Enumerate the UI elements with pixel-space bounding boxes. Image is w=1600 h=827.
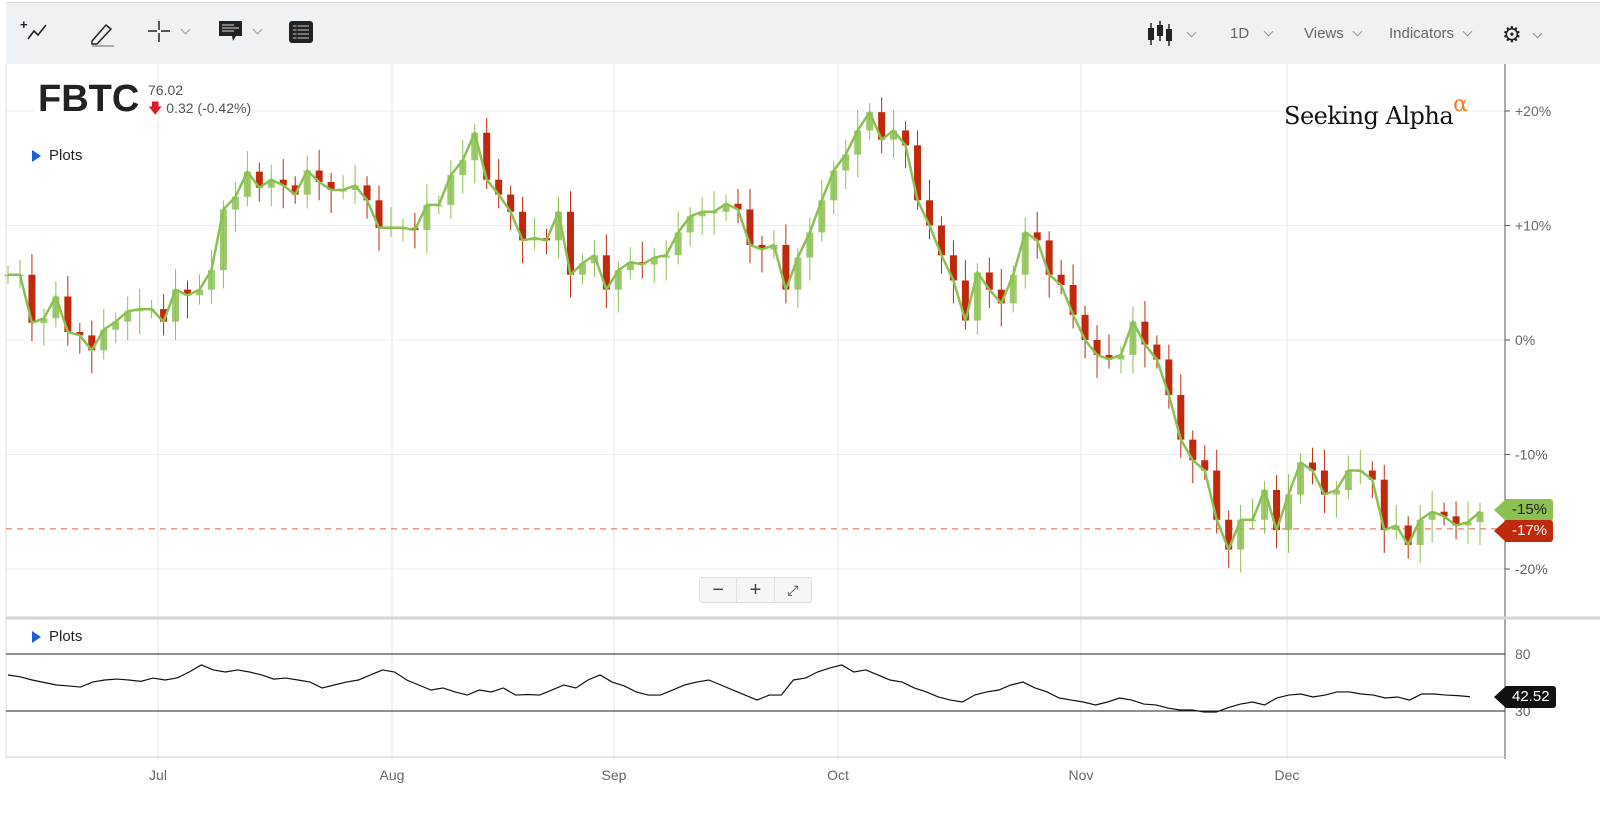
current-value-label: -15% bbox=[1493, 499, 1554, 521]
arrow-down-icon: 🡇 bbox=[148, 100, 163, 116]
svg-text:+: + bbox=[20, 19, 28, 32]
zoom-in-button[interactable]: + bbox=[737, 578, 775, 602]
indicators-label: Indicators bbox=[1389, 25, 1455, 42]
x-tick-label: Aug bbox=[380, 767, 405, 783]
logo-text: Seeking Alpha bbox=[1284, 102, 1454, 130]
indicator-line bbox=[7, 664, 1471, 713]
draw-pencil-icon[interactable] bbox=[86, 17, 116, 47]
seeking-alpha-logo: Seeking Alphaα bbox=[1284, 92, 1468, 130]
price-chart[interactable]: +20%+10%0%-10%-20%Jul Aug Sep Oct Nov Dec8030 bbox=[0, 64, 1600, 827]
plots-label: Plots bbox=[49, 147, 83, 164]
indicator-last-label: 42.52 bbox=[1494, 686, 1556, 708]
price-change: 0.32 (-0.42%) bbox=[166, 100, 252, 116]
y-tick-label: -10% bbox=[1515, 447, 1548, 463]
chevron-down-icon bbox=[1462, 26, 1473, 37]
fullscreen-button[interactable]: ⤢ bbox=[775, 578, 811, 602]
plots-toggle[interactable]: Plots bbox=[32, 147, 93, 164]
toolbar: + 1D Views Indicators ⚙ bbox=[6, 2, 1600, 64]
last-price: 76.02 bbox=[148, 82, 184, 98]
comment-icon bbox=[219, 21, 242, 41]
crosshair-icon bbox=[148, 21, 170, 42]
indicators-dropdown[interactable]: Indicators bbox=[1389, 25, 1477, 42]
chevron-down-icon bbox=[252, 24, 263, 34]
indicator-plots-toggle[interactable]: Plots bbox=[32, 628, 93, 645]
zoom-out-button[interactable]: − bbox=[700, 578, 738, 602]
quote-box: 76.02 🡇 0.32 (-0.42%) bbox=[148, 81, 252, 117]
settings-button[interactable]: ⚙ bbox=[1502, 22, 1547, 48]
logo-alpha-mark: α bbox=[1453, 92, 1468, 117]
chevron-down-icon bbox=[1532, 28, 1543, 38]
x-tick-label: Oct bbox=[827, 767, 849, 783]
candlestick-icon bbox=[1148, 21, 1172, 46]
chevron-down-icon bbox=[1263, 26, 1274, 37]
zoom-controls: − + ⤢ bbox=[699, 577, 812, 603]
chart-type-button[interactable] bbox=[1146, 21, 1201, 47]
reference-value-label: -17% bbox=[1493, 520, 1554, 542]
crosshair-button[interactable] bbox=[146, 17, 195, 45]
plots-label: Plots bbox=[49, 628, 83, 645]
views-dropdown[interactable]: Views bbox=[1304, 25, 1367, 42]
y-tick-label: +20% bbox=[1515, 103, 1551, 119]
views-label: Views bbox=[1304, 25, 1344, 42]
interval-dropdown[interactable]: 1D bbox=[1230, 25, 1278, 42]
chevron-down-icon bbox=[1352, 26, 1363, 37]
x-tick-label: Jul bbox=[149, 767, 167, 783]
triangle-right-icon bbox=[32, 630, 41, 643]
indicator-level-label: 80 bbox=[1515, 646, 1531, 662]
data-table-icon[interactable] bbox=[289, 21, 313, 43]
gear-icon: ⚙ bbox=[1502, 22, 1522, 47]
y-tick-label: +10% bbox=[1515, 218, 1551, 234]
interval-label: 1D bbox=[1230, 25, 1250, 42]
annotations-button[interactable] bbox=[218, 19, 267, 43]
chevron-down-icon bbox=[180, 24, 191, 34]
x-tick-label: Nov bbox=[1069, 767, 1094, 783]
triangle-right-icon bbox=[32, 149, 41, 162]
x-tick-label: Sep bbox=[602, 767, 627, 783]
add-indicator-icon[interactable]: + bbox=[20, 19, 50, 43]
x-tick-label: Dec bbox=[1275, 767, 1300, 783]
chevron-down-icon bbox=[1186, 27, 1197, 37]
ticker-symbol: FBTC bbox=[34, 78, 144, 121]
y-tick-label: -20% bbox=[1515, 561, 1548, 577]
y-tick-label: 0% bbox=[1515, 332, 1535, 348]
